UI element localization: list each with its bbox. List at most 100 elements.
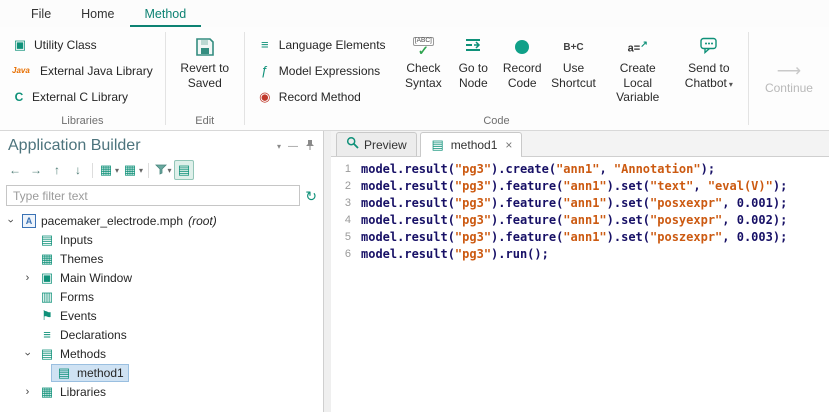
comsol-window: FileHomeMethod ▣Utility ClassJavaExterna… <box>0 0 829 412</box>
code-line: 2model.result("pg3").feature("ann1").set… <box>331 178 829 195</box>
tree-item-events[interactable]: ⚑Events <box>0 306 323 325</box>
panel-menu-icon[interactable]: ▾ <box>277 142 281 151</box>
tree-expander-icon[interactable]: › <box>21 272 34 284</box>
show-all-icon: ▤ <box>176 162 192 178</box>
libraries-icon: ▦ <box>39 384 55 400</box>
tree-item-declarations[interactable]: ≡ Declarations <box>0 325 323 344</box>
code-token: ).set( <box>607 212 650 229</box>
expand-options-button[interactable]: ▦▾ <box>97 160 120 180</box>
move-up-button[interactable]: ↑ <box>47 160 67 180</box>
external-java-library-label: External Java Library <box>40 64 153 78</box>
close-tab-icon[interactable]: × <box>505 139 512 151</box>
external-c-library-button[interactable]: CExternal C Library <box>7 84 158 109</box>
tree-item-label: Declarations <box>60 328 127 342</box>
tree-expander-icon[interactable]: › <box>5 214 17 227</box>
forward-button[interactable]: → <box>26 160 46 180</box>
check-syntax-button[interactable]: [ABC]✓Check Syntax <box>397 32 451 108</box>
language-elements-icon: ≡ <box>257 37 273 53</box>
inputs-icon: ▤ <box>39 232 55 248</box>
minimize-panel-icon[interactable]: — <box>288 141 298 152</box>
tree-item-libraries[interactable]: ›▦Libraries <box>0 382 323 401</box>
editor-tab-preview[interactable]: Preview <box>336 132 417 156</box>
code-token: "pg3" <box>455 229 491 246</box>
record-method-label: Record Method <box>279 90 361 104</box>
tree-item-main-window[interactable]: ›▣Main Window <box>0 268 323 287</box>
app-root-icon: A <box>22 214 36 228</box>
tree-item-pacemaker-electrode-mph[interactable]: ›Apacemaker_electrode.mph (root) <box>0 211 323 230</box>
forms-icon: ▥ <box>39 289 55 305</box>
go-to-node-button[interactable]: Go to Node <box>450 32 496 108</box>
editor-tab-method1[interactable]: ▤method1× <box>420 132 523 156</box>
panel-title: Application Builder <box>8 137 141 155</box>
code-token: "eval(V)" <box>708 178 773 195</box>
ribbon-group-edit: Revert to Saved Edit <box>166 27 245 130</box>
tree-item-inputs[interactable]: ▤Inputs <box>0 230 323 249</box>
use-shortcut-icon: B+C <box>563 42 583 53</box>
code-area[interactable]: 1model.result("pg3").create("ann1", "Ann… <box>331 157 829 412</box>
collapse-grid-icon: ▦ <box>122 162 138 178</box>
code-token: , <box>599 161 613 178</box>
tree-item-label: pacemaker_electrode.mph <box>41 214 183 228</box>
create-local-variable-button[interactable]: a=↗Create Local Variable <box>599 32 677 108</box>
main-window-icon: ▣ <box>39 270 55 286</box>
tree-expander-icon[interactable]: › <box>22 347 34 360</box>
edit-group-label: Edit <box>166 115 245 127</box>
show-all-toggle-button[interactable]: ▤ <box>174 160 194 180</box>
tree-expander-icon[interactable]: › <box>21 386 34 398</box>
filter-options-button[interactable]: ▾ <box>153 160 173 180</box>
continue-arrow-icon: ⟶ <box>777 62 801 79</box>
language-elements-label: Language Elements <box>279 38 386 52</box>
code-token: model.result( <box>361 161 455 178</box>
panel-header: Application Builder ▾ — <box>0 131 323 157</box>
revert-to-saved-label: Revert to Saved <box>178 61 233 90</box>
code-token: ).feature( <box>491 178 563 195</box>
record-code-button[interactable]: Record Code <box>496 32 548 108</box>
code-big-items: [ABC]✓Check SyntaxGo to NodeRecord CodeB… <box>397 32 742 108</box>
expand-grid-icon: ▦ <box>98 162 114 178</box>
ribbon-tab-method[interactable]: Method <box>130 0 202 27</box>
tree-item-themes[interactable]: ▦Themes <box>0 249 323 268</box>
tree-item-method1[interactable]: ▤method1 <box>0 363 323 382</box>
line-number: 4 <box>331 212 361 229</box>
ribbon-tab-home[interactable]: Home <box>66 0 129 27</box>
check-syntax-icon: [ABC]✓ <box>413 37 434 57</box>
back-button[interactable]: ← <box>5 160 25 180</box>
toolbar-separator <box>148 163 149 178</box>
model-expressions-label: Model Expressions <box>279 64 380 78</box>
app-tree: ›Apacemaker_electrode.mph (root)▤Inputs▦… <box>0 210 323 412</box>
continue-button: ⟶ Continue <box>749 27 829 130</box>
utility-class-button[interactable]: ▣Utility Class <box>7 32 158 57</box>
ribbon-tab-file[interactable]: File <box>16 0 66 27</box>
code-token: ).feature( <box>491 229 563 246</box>
use-shortcut-button[interactable]: B+CUse Shortcut <box>548 32 599 108</box>
code-token: ); <box>773 212 787 229</box>
filter-input[interactable] <box>6 185 300 206</box>
tree-item-label: Methods <box>60 347 106 361</box>
record-method-button[interactable]: ◉Record Method <box>252 84 391 109</box>
external-java-library-button[interactable]: JavaExternal Java Library <box>7 58 158 83</box>
declarations-icon: ≡ <box>39 327 55 343</box>
send-to-chatbot-button[interactable]: Send to Chatbot▾ <box>676 32 741 108</box>
code-token: "ann1" <box>563 195 606 212</box>
send-to-chatbot-icon <box>700 37 718 58</box>
toolbar-separator <box>92 163 93 178</box>
model-expressions-button[interactable]: ƒModel Expressions <box>252 58 391 83</box>
tree-item-label: method1 <box>77 366 124 380</box>
move-down-button[interactable]: ↓ <box>68 160 88 180</box>
line-number: 6 <box>331 246 361 263</box>
ribbon-group-code: ≡ Language Elements ƒModel Expressions◉Rec… <box>245 27 748 130</box>
code-token: "pg3" <box>455 246 491 263</box>
collapse-options-button[interactable]: ▦▾ <box>121 160 144 180</box>
refresh-icon[interactable]: ↻ <box>305 189 317 203</box>
code-small-items: ≡ Language Elements ƒModel Expressions◉Rec… <box>252 32 391 109</box>
tree-item-forms[interactable]: ▥Forms <box>0 287 323 306</box>
panel-splitter[interactable] <box>324 131 331 412</box>
code-token: ).feature( <box>491 195 563 212</box>
libraries-items: ▣Utility ClassJavaExternal Java LibraryC… <box>7 32 158 109</box>
language-elements-button[interactable]: ≡ Language Elements <box>252 32 391 57</box>
pin-panel-icon[interactable] <box>305 139 315 154</box>
revert-to-saved-button[interactable]: Revert to Saved <box>173 32 238 93</box>
tree-item-methods[interactable]: ›▤Methods <box>0 344 323 363</box>
c-icon: C <box>12 90 26 104</box>
continue-label: Continue <box>765 81 813 96</box>
